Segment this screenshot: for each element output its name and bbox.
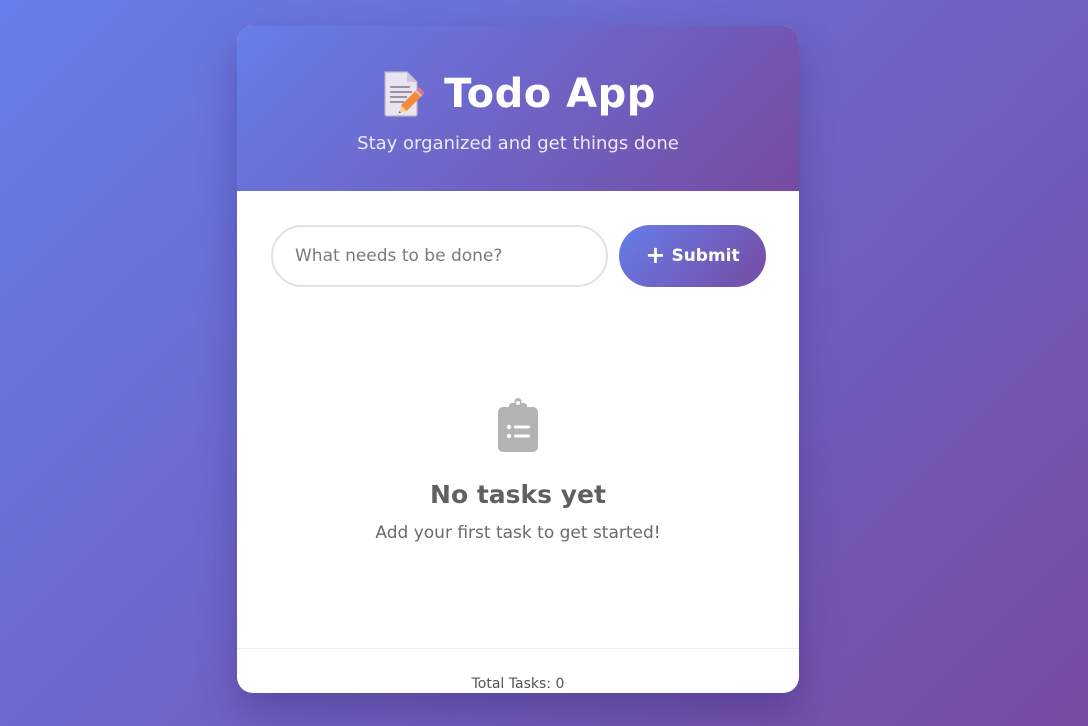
add-task-form: + Submit — [271, 225, 766, 287]
clipboard-list-icon — [496, 398, 540, 454]
submit-button[interactable]: + Submit — [619, 225, 766, 287]
plus-icon: + — [645, 241, 666, 269]
task-input[interactable] — [271, 225, 608, 287]
submit-label: Submit — [671, 246, 740, 266]
app-title: Todo App — [444, 71, 656, 117]
todo-card: Todo App Stay organized and get things d… — [237, 26, 799, 693]
empty-state-message: Add your first task to get started! — [375, 523, 661, 543]
app-header: Todo App Stay organized and get things d… — [237, 26, 799, 191]
total-tasks-label: Total Tasks: 0 — [471, 676, 565, 692]
empty-state-title: No tasks yet — [430, 480, 606, 509]
task-count-footer: Total Tasks: 0 — [237, 648, 799, 693]
title-row: Todo App — [237, 69, 799, 119]
app-subtitle: Stay organized and get things done — [357, 133, 679, 154]
empty-state: No tasks yet Add your first task to get … — [237, 398, 799, 543]
memo-pencil-icon — [380, 70, 426, 118]
